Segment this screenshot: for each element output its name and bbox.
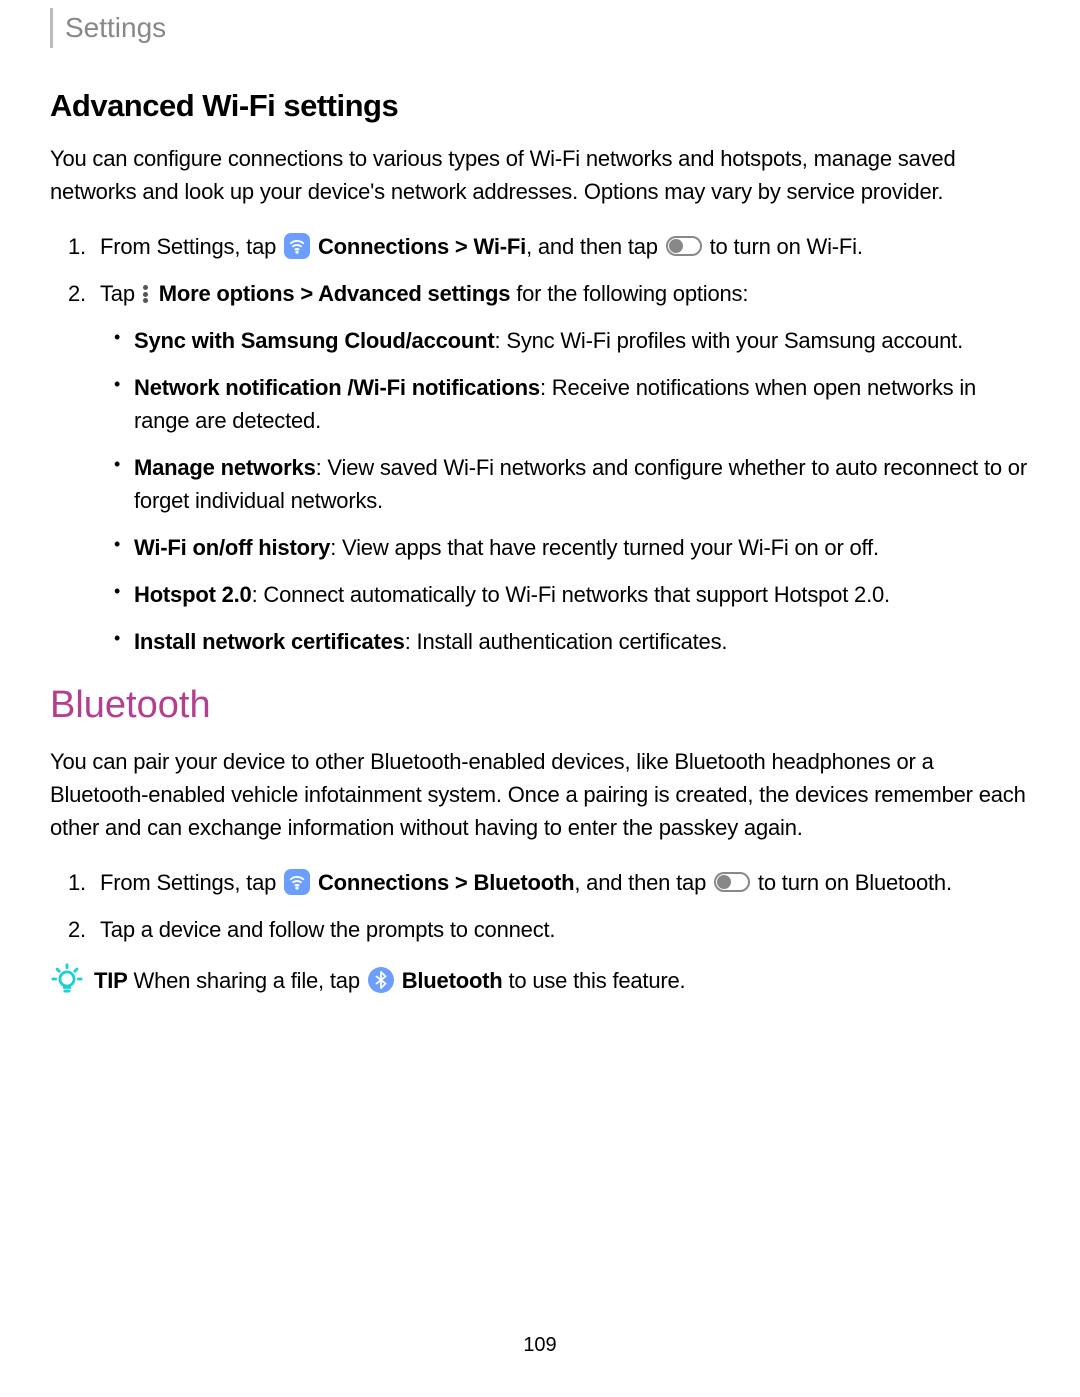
bluetooth-label: Bluetooth [474, 870, 575, 895]
wifi-label: Wi-Fi [474, 234, 527, 259]
header-accent-bar [50, 8, 53, 48]
wifi-step-2: Tap More options > Advanced settings for… [100, 277, 1030, 658]
text: to turn on Bluetooth. [752, 870, 952, 895]
advanced-settings-label: Advanced settings [318, 281, 510, 306]
lightbulb-icon [50, 962, 84, 1005]
bluetooth-step-2: Tap a device and follow the prompts to c… [100, 913, 1030, 946]
tip-row: TIP When sharing a file, tap Bluetooth t… [50, 964, 1030, 1005]
text: , and then tap [526, 234, 664, 259]
option-desc: : Sync Wi-Fi profiles with your Samsung … [495, 328, 963, 353]
toggle-icon [666, 236, 702, 256]
option-title: Wi-Fi on/off history [134, 535, 330, 560]
list-item: Sync with Samsung Cloud/account: Sync Wi… [134, 324, 1030, 357]
text: , and then tap [574, 870, 712, 895]
wifi-options-list: Sync with Samsung Cloud/account: Sync Wi… [100, 324, 1030, 658]
option-title: Sync with Samsung Cloud/account [134, 328, 495, 353]
wifi-icon [284, 233, 310, 259]
toggle-icon [714, 872, 750, 892]
header-title: Settings [65, 12, 166, 44]
bluetooth-icon [368, 967, 394, 993]
text: > [294, 281, 318, 306]
text: Tap [100, 281, 141, 306]
more-options-icon [143, 285, 149, 303]
bluetooth-step-1: From Settings, tap Connections > Bluetoo… [100, 866, 1030, 899]
wifi-intro-paragraph: You can configure connections to various… [50, 142, 1030, 208]
option-title: Hotspot 2.0 [134, 582, 252, 607]
text: From Settings, tap [100, 234, 282, 259]
option-title: Install network certificates [134, 629, 405, 654]
option-title: Network notification /Wi-Fi notification… [134, 375, 540, 400]
list-item: Network notification /Wi-Fi notification… [134, 371, 1030, 437]
connections-label: Connections [318, 234, 449, 259]
wifi-steps-list: From Settings, tap Connections > Wi-Fi, … [50, 230, 1030, 658]
text: to turn on Wi-Fi. [704, 234, 863, 259]
page-number: 109 [0, 1334, 1080, 1357]
text: for the following options: [510, 281, 748, 306]
tip-label: TIP [94, 968, 128, 993]
tip-text: TIP When sharing a file, tap Bluetooth t… [94, 964, 685, 997]
text: From Settings, tap [100, 870, 282, 895]
text: When sharing a file, tap [128, 968, 366, 993]
list-item: Install network certificates: Install au… [134, 625, 1030, 658]
bluetooth-label: Bluetooth [402, 968, 503, 993]
connections-label: Connections [318, 870, 449, 895]
option-desc: : View apps that have recently turned yo… [330, 535, 879, 560]
page-header: Settings [50, 0, 1030, 48]
list-item: Wi-Fi on/off history: View apps that hav… [134, 531, 1030, 564]
text: > [449, 870, 473, 895]
option-desc: : Install authentication certificates. [405, 629, 728, 654]
option-title: Manage networks [134, 455, 316, 480]
bluetooth-section-heading: Bluetooth [50, 684, 1030, 727]
wifi-icon [284, 869, 310, 895]
list-item: Manage networks: View saved Wi-Fi networ… [134, 451, 1030, 517]
text: to use this feature. [503, 968, 686, 993]
more-options-label: More options [159, 281, 295, 306]
wifi-section-heading: Advanced Wi-Fi settings [50, 88, 1030, 124]
text: > [449, 234, 473, 259]
wifi-step-1: From Settings, tap Connections > Wi-Fi, … [100, 230, 1030, 263]
bluetooth-intro-paragraph: You can pair your device to other Blueto… [50, 745, 1030, 844]
option-desc: : Connect automatically to Wi-Fi network… [252, 582, 890, 607]
bluetooth-steps-list: From Settings, tap Connections > Bluetoo… [50, 866, 1030, 946]
list-item: Hotspot 2.0: Connect automatically to Wi… [134, 578, 1030, 611]
